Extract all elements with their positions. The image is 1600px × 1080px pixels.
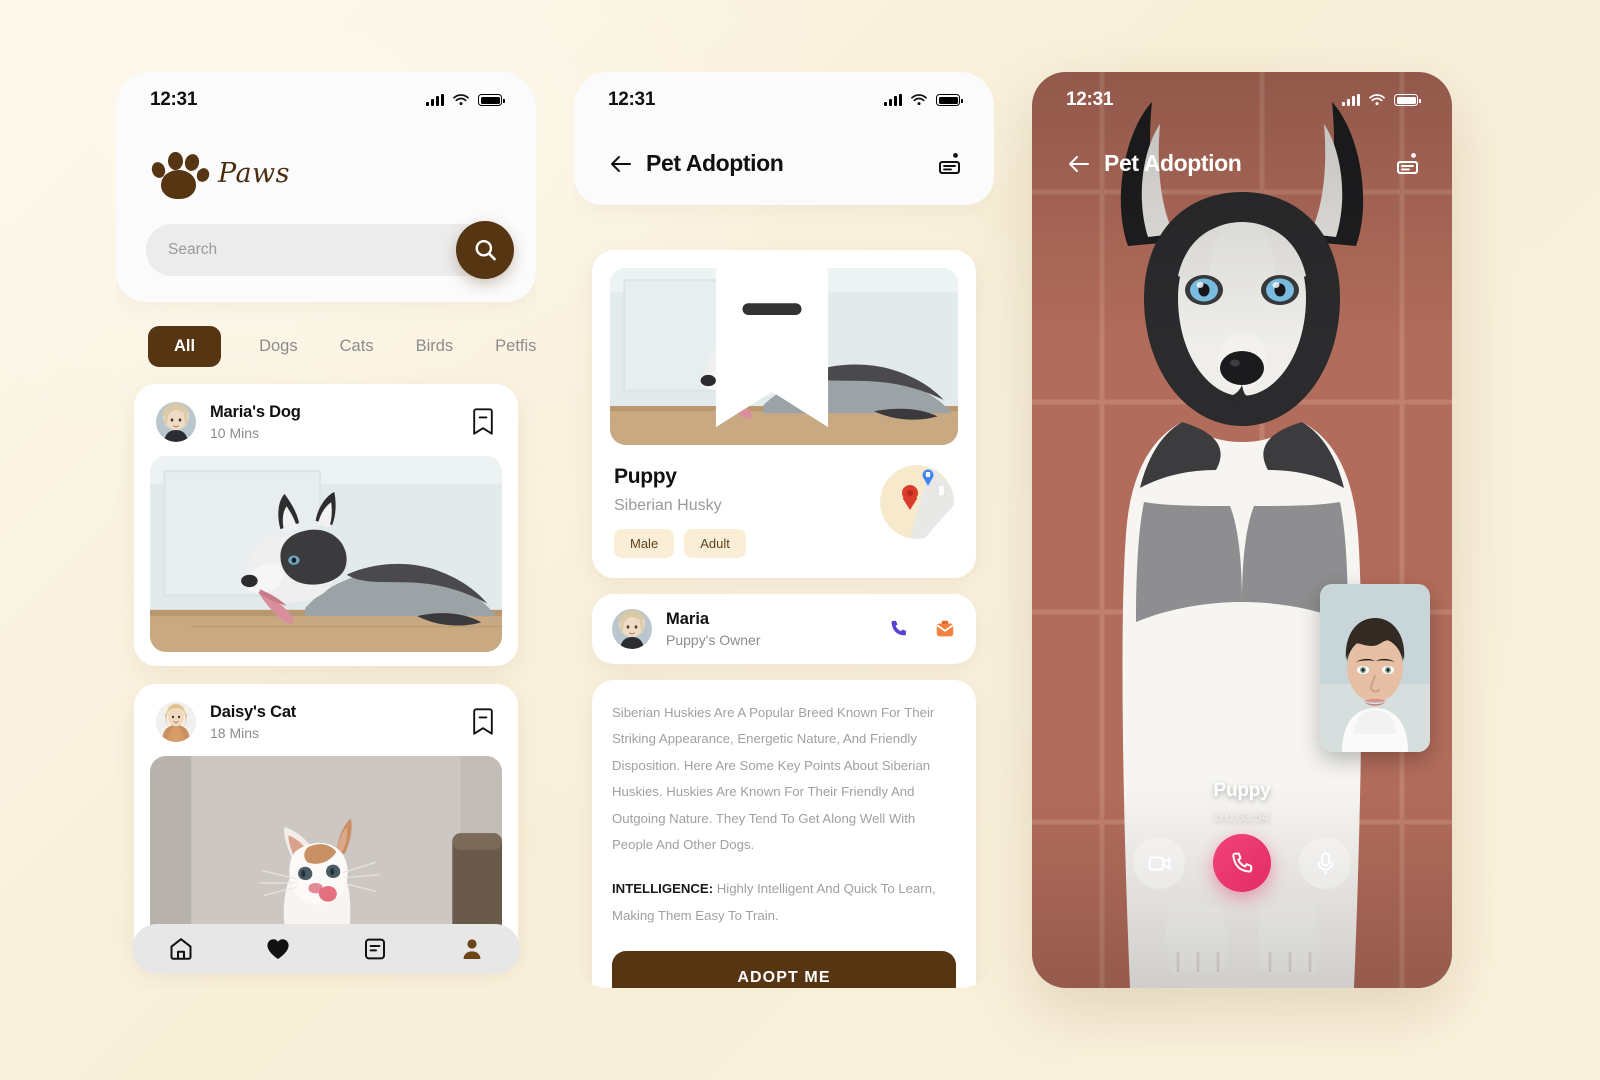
battery-full-icon	[936, 94, 963, 106]
status-time: 12:31	[1066, 89, 1114, 110]
post-feed: Maria's Dog 10 Mins Daisy's Cat 18 Mins	[116, 366, 536, 988]
paw-print-icon	[149, 148, 212, 199]
post-title: Maria's Dog	[210, 403, 301, 421]
post-title: Daisy's Cat	[210, 703, 297, 721]
avatar	[612, 609, 652, 649]
post-time: 10 Mins	[210, 425, 260, 441]
avatar	[156, 702, 196, 742]
search-button[interactable]	[456, 221, 514, 279]
owner-role: Puppy's Owner	[666, 632, 761, 648]
heart-icon	[266, 939, 289, 959]
id-card-icon[interactable]	[936, 151, 962, 177]
signal-bars-icon	[1342, 94, 1360, 106]
search-area	[146, 221, 514, 279]
chip-gender: Male	[614, 529, 675, 558]
mute-button[interactable]	[1299, 837, 1351, 889]
signal-bars-icon	[884, 94, 902, 106]
status-bar: 12:31	[1032, 72, 1452, 128]
status-time: 12:31	[150, 89, 198, 110]
arrow-left-icon[interactable]	[608, 151, 634, 177]
post-photo-kitten	[150, 756, 502, 952]
pet-detail-card: Puppy Siberian Husky Male Adult	[592, 250, 976, 578]
id-card-icon[interactable]	[1394, 151, 1420, 177]
bookmark-minus-icon[interactable]	[472, 708, 494, 736]
adopt-me-button[interactable]: ADOPT ME	[612, 951, 956, 988]
video-toggle-button[interactable]	[1133, 837, 1185, 889]
pet-breed: Siberian Husky	[614, 497, 722, 514]
search-icon	[475, 239, 496, 260]
phone-pet-detail-screen: 12:31 Pet Adoption Puppy Siberian Husky …	[574, 72, 994, 988]
phone-video-call-screen: 12:31 Pet Adoption Puppy 0.0.03.54	[1032, 72, 1452, 988]
nav-home[interactable]	[166, 934, 196, 964]
person-icon	[463, 939, 480, 959]
arrow-left-icon[interactable]	[1066, 151, 1092, 177]
status-bar: 12:31	[574, 72, 994, 128]
page-title: Pet Adoption	[646, 150, 784, 176]
tab-cats[interactable]: Cats	[340, 326, 374, 367]
home-icon	[170, 938, 191, 960]
video-camera-icon	[1148, 856, 1170, 870]
status-time: 12:31	[608, 89, 656, 110]
description-card: Siberian Huskies Are A Popular Breed Kno…	[592, 680, 976, 988]
post-card-marias-dog[interactable]: Maria's Dog 10 Mins	[134, 384, 518, 666]
bottom-navigation	[132, 924, 520, 974]
call-header: Pet Adoption	[1032, 128, 1452, 177]
owner-card: Maria Puppy's Owner	[592, 594, 976, 664]
self-view-pip[interactable]	[1320, 584, 1430, 752]
description-paragraph-1: Siberian Huskies Are A Popular Breed Kno…	[612, 705, 935, 853]
brand-logo: Paws	[116, 128, 536, 199]
post-photo-husky	[150, 456, 502, 652]
owner-name: Maria	[666, 610, 710, 628]
microphone-icon	[1317, 852, 1333, 874]
battery-full-icon	[478, 94, 505, 106]
signal-bars-icon	[426, 94, 444, 106]
call-controls	[1032, 834, 1452, 892]
message-icon	[364, 938, 385, 960]
detail-body: Puppy Siberian Husky Male Adult Maria Pu…	[574, 250, 994, 988]
wifi-icon	[911, 94, 927, 106]
pet-name: Puppy	[614, 465, 677, 488]
pet-photo-husky	[610, 268, 958, 445]
tab-dogs[interactable]: Dogs	[259, 326, 298, 367]
call-participant-name: Puppy	[1213, 780, 1271, 801]
bookmark-minus-icon[interactable]	[472, 408, 494, 436]
mail-icon[interactable]	[934, 618, 956, 640]
wifi-icon	[453, 94, 469, 106]
nav-messages[interactable]	[360, 934, 390, 964]
screenshot-canvas: 12:31 Paws Search All Dogs Cats Birds Pe…	[0, 0, 1600, 1080]
category-tabs: All Dogs Cats Birds Petfish	[116, 302, 536, 367]
phone-icon	[1231, 852, 1252, 872]
chip-age: Adult	[684, 529, 746, 558]
search-bar[interactable]	[146, 224, 508, 276]
call-info: Puppy 0.0.03.54	[1032, 780, 1452, 824]
end-call-button[interactable]	[1213, 834, 1271, 892]
nav-profile[interactable]	[457, 934, 487, 964]
call-timer: 0.0.03.54	[1214, 809, 1270, 824]
battery-full-icon	[1394, 94, 1421, 106]
tab-all[interactable]: All	[148, 326, 222, 367]
phone-icon[interactable]	[888, 618, 910, 640]
home-header: 12:31 Paws	[116, 72, 536, 302]
wifi-icon	[1369, 94, 1385, 106]
post-time: 18 Mins	[210, 725, 260, 741]
tab-petfish[interactable]: Petfish	[495, 326, 536, 367]
tab-birds[interactable]: Birds	[416, 326, 454, 367]
intelligence-label: INTELLIGENCE:	[612, 881, 714, 897]
brand-name: Paws	[218, 157, 291, 189]
phone-home-screen: 12:31 Paws Search All Dogs Cats Birds Pe…	[116, 72, 536, 988]
detail-header: 12:31 Pet Adoption	[574, 72, 994, 205]
page-title: Pet Adoption	[1104, 150, 1242, 176]
map-thumbnail[interactable]	[880, 465, 954, 539]
nav-favorites[interactable]	[263, 934, 293, 964]
pet-attribute-chips: Male Adult	[614, 529, 880, 558]
status-bar: 12:31	[116, 72, 536, 128]
bookmark-minus-icon[interactable]	[610, 268, 946, 433]
avatar	[156, 402, 196, 442]
